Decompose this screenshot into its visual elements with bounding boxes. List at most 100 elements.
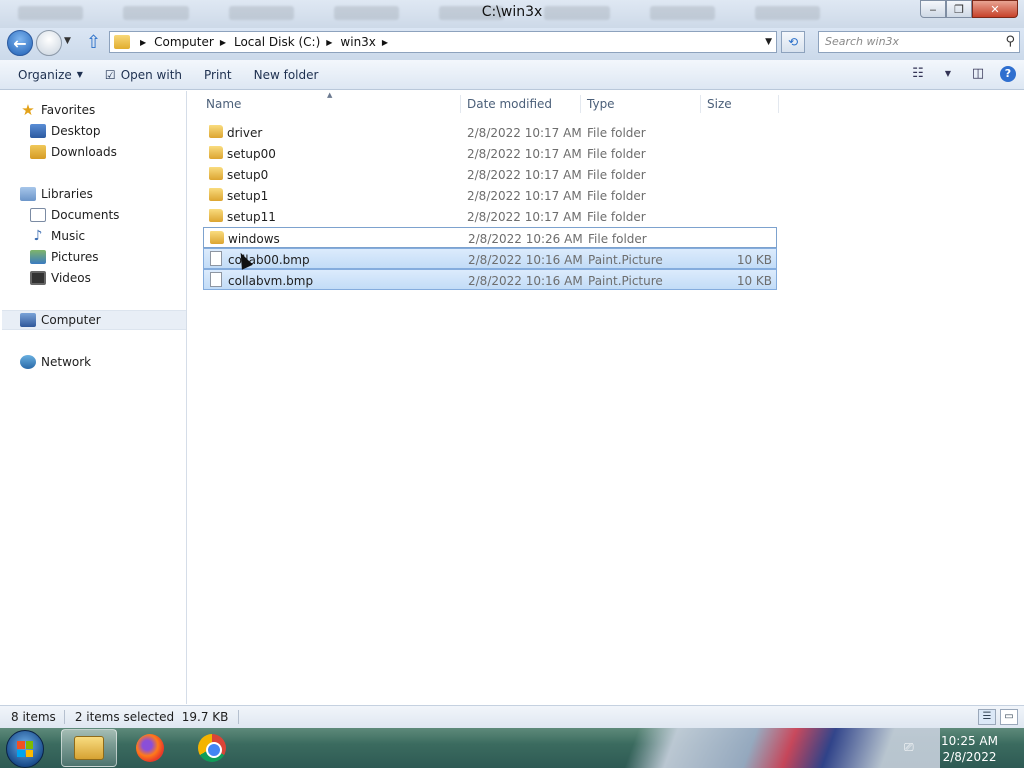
recent-pages-dropdown-icon[interactable]: ▼ [64, 36, 71, 46]
sort-ascending-icon: ▲ [327, 91, 333, 99]
folder-icon [209, 146, 223, 159]
open-with-button[interactable]: ☑ Open with [94, 68, 193, 82]
help-icon[interactable]: ? [1000, 66, 1016, 82]
nav-computer[interactable]: Computer [2, 310, 186, 330]
selection-count: 2 items selected [74, 710, 175, 724]
refresh-button[interactable]: ⟲ [781, 31, 805, 53]
list-item[interactable]: collabvm.bmp 2/8/2022 10:16 AM Paint.Pic… [203, 269, 777, 290]
column-name-header[interactable]: Name [206, 97, 241, 111]
column-divider[interactable] [460, 95, 461, 113]
desktop-icon [30, 124, 46, 138]
taskbar: ⎚ 10:25 AM 2/8/2022 [0, 728, 1024, 768]
close-button[interactable]: ✕ [972, 0, 1018, 18]
nav-documents-label: Documents [51, 208, 120, 222]
column-divider[interactable] [700, 95, 701, 113]
nav-network[interactable]: Network [20, 352, 91, 372]
list-item[interactable]: collab00.bmp 2/8/2022 10:16 AM Paint.Pic… [203, 248, 777, 269]
list-item[interactable]: setup0 2/8/2022 10:17 AM File folder [203, 164, 777, 185]
column-divider[interactable] [778, 95, 779, 113]
chevron-down-icon[interactable]: ▼ [940, 66, 956, 82]
status-bar: 8 items 2 items selected 19.7 KB ☰ ▭ [0, 705, 1024, 728]
minimize-button[interactable]: ‒ [920, 0, 946, 18]
back-button[interactable]: ← [7, 30, 33, 56]
change-view-icon[interactable]: ☷ [910, 66, 926, 82]
column-date-header[interactable]: Date modified [467, 97, 552, 111]
folder-icon [210, 231, 224, 244]
column-divider[interactable] [580, 95, 581, 113]
clock[interactable]: 10:25 AM 2/8/2022 [941, 733, 998, 765]
nav-pictures-label: Pictures [51, 250, 99, 264]
file-icon [210, 251, 222, 266]
firefox-icon [136, 734, 164, 762]
file-name: setup1 [227, 189, 269, 203]
large-icons-view-icon[interactable]: ▭ [1000, 709, 1018, 725]
nav-videos-label: Videos [51, 271, 91, 285]
nav-desktop[interactable]: Desktop [30, 121, 101, 141]
breadcrumb-computer[interactable]: Computer [154, 35, 214, 49]
address-bar[interactable]: ▶ Computer ▶ Local Disk (C:) ▶ win3x ▶ ▼ [109, 31, 777, 53]
nav-downloads[interactable]: Downloads [30, 142, 117, 162]
music-note-icon: ♪ [33, 228, 43, 244]
taskbar-explorer[interactable] [61, 729, 117, 767]
refresh-icon: ⟲ [787, 35, 799, 49]
breadcrumb-win3x[interactable]: win3x [340, 35, 376, 49]
chevron-right-icon[interactable]: ▶ [140, 38, 146, 47]
nav-favorites-label: Favorites [41, 103, 96, 117]
column-type-header[interactable]: Type [587, 97, 615, 111]
folder-icon [114, 35, 130, 49]
chevron-right-icon[interactable]: ▶ [382, 38, 388, 47]
up-arrow-icon[interactable]: ⇧ [86, 32, 101, 53]
list-item[interactable]: driver 2/8/2022 10:17 AM File folder [203, 122, 777, 143]
start-button[interactable] [6, 730, 44, 768]
search-icon[interactable]: ⚲ [1005, 34, 1015, 49]
nav-libraries[interactable]: Libraries [20, 184, 93, 204]
file-date: 2/8/2022 10:17 AM [467, 189, 582, 203]
column-size-header[interactable]: Size [707, 97, 732, 111]
file-icon [210, 272, 222, 287]
downloads-folder-icon [30, 145, 46, 159]
preview-pane-icon[interactable]: ◫ [970, 66, 986, 82]
forward-button[interactable] [36, 30, 62, 56]
nav-music[interactable]: ♪ Music [30, 226, 86, 246]
list-item[interactable]: windows 2/8/2022 10:26 AM File folder [203, 227, 777, 248]
nav-favorites[interactable]: ★ Favorites [20, 100, 95, 120]
film-icon [30, 271, 46, 285]
network-status-icon[interactable]: ⎚ [904, 740, 920, 756]
details-view-icon[interactable]: ☰ [978, 709, 996, 725]
new-folder-button[interactable]: New folder [243, 68, 330, 82]
star-icon: ★ [21, 101, 35, 119]
chevron-right-icon[interactable]: ▶ [220, 38, 226, 47]
file-name: setup0 [227, 168, 269, 182]
nav-documents[interactable]: Documents [30, 205, 119, 225]
organize-button[interactable]: Organize ▼ [0, 68, 94, 82]
list-item[interactable]: setup11 2/8/2022 10:17 AM File folder [203, 206, 777, 227]
file-type: File folder [588, 232, 647, 246]
file-type: File folder [587, 210, 646, 224]
clock-date: 2/8/2022 [942, 750, 997, 764]
file-type: File folder [587, 147, 646, 161]
breadcrumb-local-disk[interactable]: Local Disk (C:) [234, 35, 320, 49]
taskbar-firefox[interactable] [122, 729, 178, 767]
nav-music-label: Music [51, 229, 86, 243]
file-date: 2/8/2022 10:26 AM [468, 232, 583, 246]
selection-size: 19.7 KB [181, 710, 229, 724]
chevron-down-icon[interactable]: ▼ [765, 37, 772, 47]
list-item[interactable]: setup00 2/8/2022 10:17 AM File folder [203, 143, 777, 164]
organize-label: Organize [18, 67, 72, 82]
nav-desktop-label: Desktop [51, 124, 101, 138]
breadcrumb: ▶ Computer ▶ Local Disk (C:) ▶ win3x ▶ [134, 35, 396, 49]
maximize-button[interactable]: ❐ [946, 0, 972, 18]
nav-pictures[interactable]: Pictures [30, 247, 99, 267]
chevron-right-icon[interactable]: ▶ [326, 38, 332, 47]
network-icon [20, 355, 36, 369]
open-with-label: Open with [120, 67, 183, 82]
list-item[interactable]: setup1 2/8/2022 10:17 AM File folder [203, 185, 777, 206]
folder-icon [209, 125, 223, 138]
search-input[interactable]: Search win3x ⚲ [818, 31, 1020, 53]
pictures-icon [30, 250, 46, 264]
nav-videos[interactable]: Videos [30, 268, 91, 288]
command-bar: Organize ▼ ☑ Open with Print New folder ☷ … [0, 60, 1024, 90]
nav-libraries-label: Libraries [41, 187, 93, 201]
taskbar-chrome[interactable] [184, 729, 240, 767]
print-button[interactable]: Print [193, 68, 243, 82]
